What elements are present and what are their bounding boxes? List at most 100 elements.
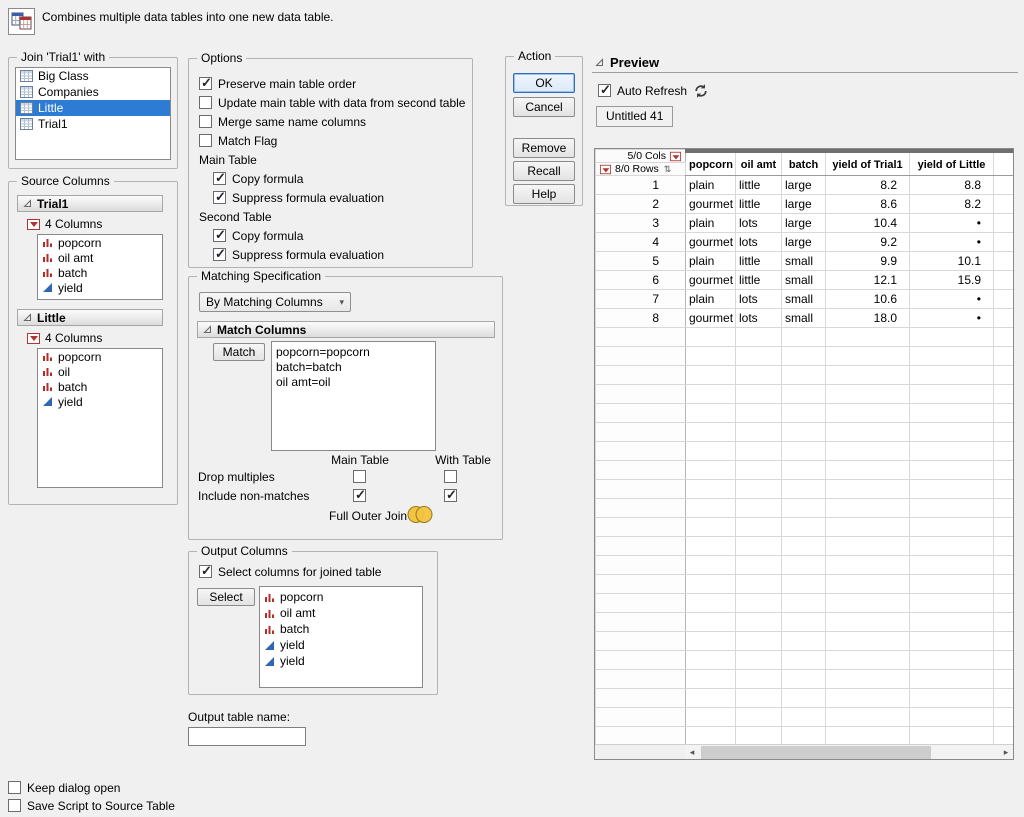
column-item[interactable]: oil amt [38, 250, 162, 265]
table-cell[interactable]: 15.9 [910, 271, 994, 290]
table-cell[interactable]: plain [686, 252, 736, 271]
table-cell[interactable]: lots [736, 309, 782, 328]
table-cell[interactable]: • [910, 214, 994, 233]
match-columns-header[interactable]: Match Columns [197, 321, 495, 338]
checkbox-box[interactable] [213, 248, 226, 261]
column-item[interactable]: batch [38, 265, 162, 280]
checkbox-box[interactable] [598, 84, 611, 97]
checkbox-box[interactable] [8, 781, 21, 794]
row-number[interactable]: 6 [596, 271, 686, 290]
columns-menu-icon[interactable] [27, 333, 40, 344]
table-list-item-trial1[interactable]: Trial1 [16, 116, 170, 132]
column-header-oil-amt[interactable]: oil amt [736, 150, 782, 176]
row-number[interactable]: 2 [596, 195, 686, 214]
table-cell[interactable]: small [782, 290, 826, 309]
disclosure-open-icon[interactable] [23, 313, 32, 322]
column-item[interactable]: yield [38, 394, 162, 409]
checkbox-main-copy-formula[interactable]: Copy formula [213, 169, 462, 188]
drop-multiples-with-checkbox[interactable] [444, 470, 457, 483]
scrollbar-thumb[interactable] [701, 746, 931, 759]
table-cell[interactable]: little [736, 271, 782, 290]
checkbox-box[interactable] [8, 799, 21, 812]
trial1-columns-count[interactable]: 4 Columns [27, 217, 169, 231]
table-cell[interactable]: 9.2 [826, 233, 910, 252]
table-cell[interactable]: gourmet [686, 233, 736, 252]
rows-menu-icon[interactable] [600, 164, 611, 173]
output-column-item[interactable]: yield [260, 653, 422, 669]
output-column-item[interactable]: oil amt [260, 605, 422, 621]
row-number[interactable]: 8 [596, 309, 686, 328]
table-cell[interactable]: plain [686, 290, 736, 309]
preview-header[interactable]: Preview [592, 52, 1018, 73]
checkbox-second-copy-formula[interactable]: Copy formula [213, 226, 462, 245]
little-columns-count[interactable]: 4 Columns [27, 331, 169, 345]
table-cell[interactable]: 12.1 [826, 271, 910, 290]
table-cell[interactable]: large [782, 214, 826, 233]
column-item[interactable]: popcorn [38, 349, 162, 364]
scroll-left-arrow-icon[interactable]: ◂ [685, 745, 699, 759]
columns-menu-icon[interactable] [670, 151, 681, 160]
checkbox-match-flag[interactable]: Match Flag [199, 131, 462, 150]
disclosure-open-icon[interactable] [203, 325, 212, 334]
table-cell[interactable]: gourmet [686, 195, 736, 214]
checkbox-box[interactable] [213, 191, 226, 204]
table-row[interactable]: 5 plain little small 9.9 10.1 [596, 252, 1014, 271]
select-button[interactable]: Select [197, 588, 255, 606]
column-header-yield-of-trial1[interactable]: yield of Trial1 [826, 150, 910, 176]
table-cell[interactable]: • [910, 290, 994, 309]
table-row[interactable]: 6 gourmet little small 12.1 15.9 [596, 271, 1014, 290]
row-sort-icon[interactable]: ⇅ [664, 164, 672, 175]
table-cell[interactable]: • [910, 309, 994, 328]
source-group-little-header[interactable]: Little [17, 309, 163, 326]
table-cell[interactable]: large [782, 176, 826, 195]
table-cell[interactable]: large [782, 195, 826, 214]
table-list-item-companies[interactable]: Companies [16, 84, 170, 100]
recall-button[interactable]: Recall [513, 161, 575, 181]
output-table-name-input[interactable] [188, 727, 306, 746]
row-number[interactable]: 3 [596, 214, 686, 233]
column-header-yield-of-little[interactable]: yield of Little [910, 150, 994, 176]
checkbox-box[interactable] [199, 115, 212, 128]
table-cell[interactable]: plain [686, 214, 736, 233]
match-button[interactable]: Match [213, 343, 265, 361]
output-column-item[interactable]: popcorn [260, 589, 422, 605]
table-row[interactable]: 7 plain lots small 10.6 • [596, 290, 1014, 309]
checkbox-preserve-main-table-order[interactable]: Preserve main table order [199, 74, 462, 93]
table-cell[interactable]: small [782, 252, 826, 271]
matching-method-dropdown[interactable]: By Matching Columns ▾ [199, 292, 351, 312]
match-pair[interactable]: oil amt=oil [272, 374, 435, 389]
table-cell[interactable]: plain [686, 176, 736, 195]
checkbox-box[interactable] [213, 172, 226, 185]
table-cell[interactable]: little [736, 176, 782, 195]
checkbox-box[interactable] [213, 229, 226, 242]
checkbox-second-suppress-formula-eval[interactable]: Suppress formula evaluation [213, 245, 462, 264]
column-header-popcorn[interactable]: popcorn [686, 150, 736, 176]
table-cell[interactable]: 8.8 [910, 176, 994, 195]
match-pair[interactable]: batch=batch [272, 359, 435, 374]
row-number[interactable]: 7 [596, 290, 686, 309]
table-cell[interactable]: lots [736, 233, 782, 252]
columns-menu-icon[interactable] [27, 219, 40, 230]
columns-counter-cell[interactable]: 5/0 Cols [596, 150, 686, 163]
table-cell[interactable]: little [736, 252, 782, 271]
checkbox-box[interactable] [199, 77, 212, 90]
table-cell[interactable]: 8.2 [910, 195, 994, 214]
table-cell[interactable]: 10.6 [826, 290, 910, 309]
column-item[interactable]: batch [38, 379, 162, 394]
table-cell[interactable]: small [782, 309, 826, 328]
checkbox-update-main-table[interactable]: Update main table with data from second … [199, 93, 462, 112]
disclosure-open-icon[interactable] [23, 199, 32, 208]
cancel-button[interactable]: Cancel [513, 97, 575, 117]
table-row[interactable]: 8 gourmet lots small 18.0 • [596, 309, 1014, 328]
checkbox-keep-dialog-open[interactable]: Keep dialog open [8, 778, 120, 797]
table-cell[interactable]: lots [736, 290, 782, 309]
scroll-right-arrow-icon[interactable]: ▸ [999, 745, 1013, 759]
output-column-item[interactable]: yield [260, 637, 422, 653]
column-item[interactable]: yield [38, 280, 162, 295]
include-non-matches-with-checkbox[interactable] [444, 489, 457, 502]
table-cell[interactable]: 8.2 [826, 176, 910, 195]
table-row[interactable]: 3 plain lots large 10.4 • [596, 214, 1014, 233]
checkbox-merge-same-name-columns[interactable]: Merge same name columns [199, 112, 462, 131]
checkbox-select-columns-for-joined-table[interactable]: Select columns for joined table [199, 562, 381, 581]
checkbox-box[interactable] [199, 96, 212, 109]
